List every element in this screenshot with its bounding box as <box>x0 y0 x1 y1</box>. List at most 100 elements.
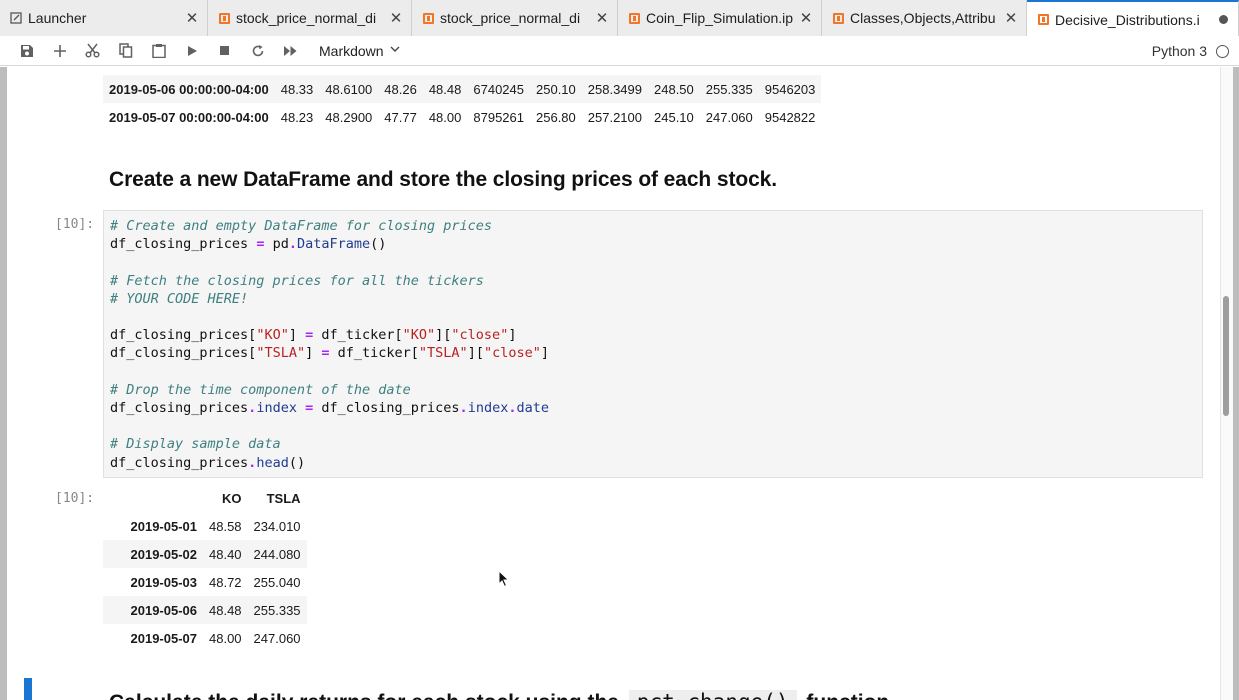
table-cell: 234.010 <box>253 518 301 534</box>
code-block: # Create and empty DataFrame for closing… <box>110 218 549 471</box>
row-index: 2019-05-02 <box>130 546 198 562</box>
row-index: 2019-05-03 <box>130 574 198 590</box>
paste-icon <box>151 44 166 58</box>
kernel-name: Python 3 <box>1151 43 1207 59</box>
code-comment: # Display sample data <box>110 436 281 453</box>
table-cell: 245.10 <box>654 109 694 125</box>
table-cell: 48.6100 <box>325 81 373 97</box>
fast-forward-icon <box>284 45 297 56</box>
code-comment: # Drop the time component of the date <box>110 381 411 398</box>
previous-output-table: 2019-05-06 00:00:00-04:00 48.33 48.6100 … <box>103 75 822 131</box>
inline-code: pct_change() <box>628 690 797 700</box>
table-cell: 47.77 <box>384 109 417 125</box>
code-comment: # YOUR CODE HERE! <box>110 290 249 307</box>
table-cell: 48.40 <box>209 546 242 562</box>
tab-launcher[interactable]: Launcher ✕ <box>0 0 208 36</box>
table-cell: 48.72 <box>209 574 242 590</box>
tab-label: stock_price_normal_di <box>236 10 377 26</box>
run-icon <box>187 45 197 56</box>
tab-label: Classes,Objects,Attribu <box>850 10 996 26</box>
table-cell: 48.48 <box>428 81 462 97</box>
tab-bar: Launcher ✕ stock_price_normal_di ✕ stock… <box>0 0 1239 37</box>
copy-icon <box>118 43 132 58</box>
paste-button[interactable] <box>142 37 175 65</box>
table-cell: 48.48 <box>209 602 242 618</box>
table-cell: 255.335 <box>705 81 753 97</box>
tab-label: Launcher <box>28 10 87 26</box>
table-cell: 258.3499 <box>587 81 642 97</box>
close-icon[interactable]: ✕ <box>185 10 199 27</box>
close-icon[interactable]: ✕ <box>799 10 813 27</box>
window-right-edge <box>1233 67 1239 700</box>
tab-notebook[interactable]: Classes,Objects,Attribu ✕ <box>822 0 1027 36</box>
tab-label: Decisive_Distributions.i <box>1055 11 1200 28</box>
column-header <box>103 484 203 512</box>
launcher-icon <box>10 12 22 24</box>
notebook-icon <box>1037 14 1049 26</box>
stop-icon <box>220 46 229 55</box>
tab-notebook[interactable]: stock_price_normal_di ✕ <box>412 0 618 36</box>
table-row: 2019-05-07 48.00 247.060 <box>103 624 307 652</box>
table-cell: 247.060 <box>705 109 753 125</box>
table-cell: 255.040 <box>253 574 301 590</box>
stop-button[interactable] <box>208 37 241 65</box>
fast-forward-button[interactable] <box>274 37 307 65</box>
window-left-edge <box>0 67 7 700</box>
cut-button[interactable] <box>76 37 109 65</box>
tab-notebook[interactable]: stock_price_normal_di ✕ <box>208 0 412 36</box>
table-cell: 250.10 <box>536 81 576 97</box>
restart-button[interactable] <box>241 37 274 65</box>
tab-notebook[interactable]: Coin_Flip_Simulation.ip ✕ <box>618 0 822 36</box>
table-row: 2019-05-03 48.72 255.040 <box>103 568 307 596</box>
table-header-row: KO TSLA <box>103 484 307 512</box>
notebook-panel[interactable]: 2019-05-06 00:00:00-04:00 48.33 48.6100 … <box>0 67 1239 700</box>
input-prompt: [10]: <box>55 217 95 232</box>
table-cell: 6740245 <box>473 81 524 97</box>
kernel-status-icon <box>1216 44 1229 58</box>
table-cell: 255.335 <box>253 602 301 618</box>
row-index: 2019-05-01 <box>130 518 198 534</box>
close-icon[interactable]: ✕ <box>595 10 609 27</box>
run-button[interactable] <box>175 37 208 65</box>
close-icon[interactable]: ✕ <box>1004 10 1018 27</box>
notebook-icon <box>628 12 640 24</box>
table-cell: 256.80 <box>536 109 576 125</box>
save-button[interactable] <box>10 37 43 65</box>
active-cell-indicator <box>24 678 32 700</box>
table-cell: 257.2100 <box>587 109 642 125</box>
output-prompt: [10]: <box>55 491 95 506</box>
notebook-icon <box>218 12 230 24</box>
table-cell: 9546203 <box>764 81 816 97</box>
table-cell: 9542822 <box>764 109 816 125</box>
save-icon <box>20 44 33 57</box>
code-comment: # Fetch the closing prices for all the t… <box>110 272 484 289</box>
table-cell: 48.58 <box>209 518 242 534</box>
table-cell: 48.26 <box>384 81 417 97</box>
table-row: 2019-05-01 48.58 234.010 <box>103 512 307 540</box>
markdown-heading-next: Calculate the daily returns for each sto… <box>109 690 889 700</box>
scrollbar-thumb[interactable] <box>1223 296 1229 416</box>
table-cell: 248.50 <box>654 81 694 97</box>
column-header: KO <box>222 490 242 506</box>
table-cell: 247.060 <box>253 630 301 646</box>
table-cell: 244.080 <box>253 546 301 562</box>
cell-type-value: Markdown <box>319 42 384 59</box>
code-cell-editor[interactable]: # Create and empty DataFrame for closing… <box>103 210 1203 478</box>
tab-notebook-active[interactable]: Decisive_Distributions.i <box>1027 0 1239 37</box>
row-index: 2019-05-07 <box>130 630 198 646</box>
heading-text: function <box>806 691 889 700</box>
markdown-heading: Create a new DataFrame and store the clo… <box>109 168 777 191</box>
close-icon[interactable]: ✕ <box>389 10 403 27</box>
add-cell-button[interactable] <box>43 37 76 65</box>
copy-button[interactable] <box>109 37 142 65</box>
notebook-toolbar: Markdown Python 3 <box>0 36 1239 66</box>
cell-type-select[interactable]: Markdown <box>319 43 400 59</box>
notebook-icon <box>832 12 844 24</box>
table-cell: 48.00 <box>428 109 462 125</box>
table-cell: 8795261 <box>473 109 524 125</box>
cut-icon <box>85 43 100 58</box>
unsaved-dot-icon[interactable] <box>1216 13 1230 27</box>
kernel-indicator[interactable]: Python 3 <box>1152 36 1229 66</box>
restart-icon <box>252 44 263 56</box>
notebook-icon <box>422 12 434 24</box>
